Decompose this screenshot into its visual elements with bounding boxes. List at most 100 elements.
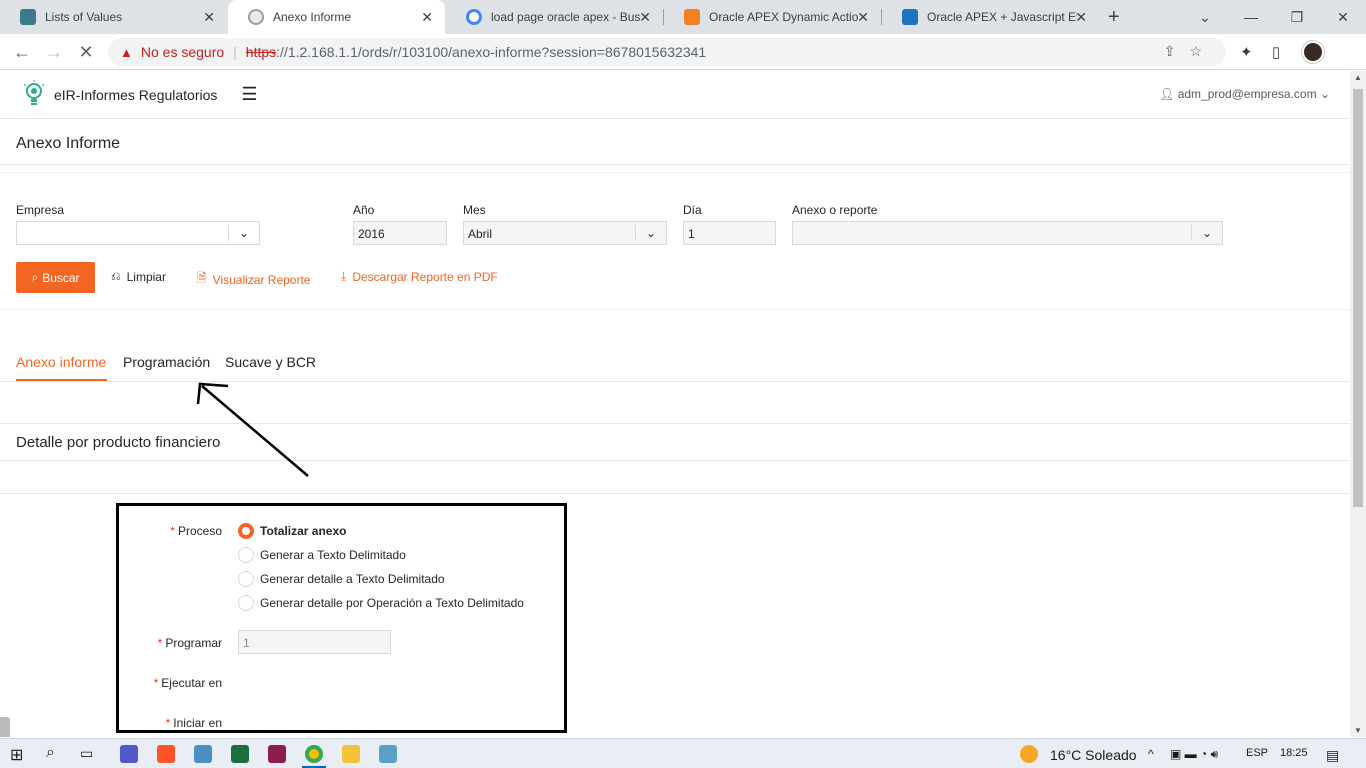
buscar-button[interactable]: ⌕ Buscar	[16, 262, 95, 293]
excel-icon[interactable]	[231, 745, 249, 763]
browser-tab-lists-of-values[interactable]: Lists of Values ✕	[0, 0, 227, 34]
browser-tab-anexo-informe[interactable]: Anexo Informe ✕	[228, 0, 445, 34]
search-icon: ⌕	[31, 270, 39, 284]
divider	[0, 493, 1350, 494]
side-handle[interactable]	[0, 717, 10, 737]
stop-loading-icon[interactable]: ✕	[72, 40, 100, 64]
browser-tab-strip: Lists of Values ✕ Anexo Informe ✕ load p…	[0, 0, 1366, 34]
close-window-icon[interactable]: ✕	[1320, 0, 1366, 34]
user-menu[interactable]: 👤︎ adm_prod@empresa.com ⌄	[1159, 87, 1330, 101]
scroll-up-icon[interactable]: ▲	[1354, 73, 1362, 82]
reset-icon: ⎌	[111, 269, 121, 283]
dia-label: Día	[683, 203, 702, 217]
chrome-icon[interactable]	[305, 745, 323, 763]
teams-icon[interactable]	[120, 745, 138, 763]
section-title: Detalle por producto financiero	[16, 434, 221, 451]
language-indicator[interactable]: ESP	[1246, 747, 1268, 759]
hamburger-menu-icon[interactable]: ☰	[241, 84, 257, 105]
divider	[0, 381, 1350, 382]
google-icon	[466, 9, 482, 25]
visualizar-reporte-button[interactable]: 🗎︎ Visualizar Reporte	[197, 269, 310, 290]
browser-tab-oracle-javascript[interactable]: Oracle APEX + Javascript Eve ✕	[882, 0, 1099, 34]
clock[interactable]: 18:25	[1280, 747, 1308, 759]
back-icon[interactable]: ←	[8, 40, 36, 64]
tab-anexo-informe[interactable]: Anexo informe	[16, 354, 106, 370]
windows-taskbar: ⊞ ⌕ ▭ 16°C Soleado ^ ▣ ▬ ◔ 🔊︎ ESP 18:25 …	[0, 738, 1366, 768]
forward-icon[interactable]: →	[40, 40, 68, 64]
page-scrollbar[interactable]: ▲ ▼	[1350, 71, 1366, 737]
chevron-down-icon: ⌄	[1316, 87, 1330, 101]
scroll-down-icon[interactable]: ▼	[1354, 726, 1362, 735]
chevron-down-icon: ⌄	[238, 226, 249, 240]
apex-blue-icon	[902, 9, 918, 25]
mes-label: Mes	[463, 203, 486, 217]
app-icon[interactable]	[268, 745, 286, 763]
new-tab-button[interactable]: +	[1108, 0, 1132, 34]
tab-sucave-bcr[interactable]: Sucave y BCR	[225, 354, 316, 370]
omnibox-divider: |	[233, 44, 237, 60]
profile-avatar[interactable]	[1302, 41, 1324, 63]
address-bar-row: ← → ✕ ▲ No es seguro | https ://1.2.168.…	[0, 34, 1366, 70]
chevron-down-icon: ⌄	[645, 226, 656, 240]
page-title: Anexo Informe	[16, 135, 121, 152]
download-icon: ⤓	[341, 269, 347, 283]
notepad-icon[interactable]	[379, 745, 397, 763]
app-header: eIR-Informes Regulatorios ☰ 👤︎ adm_prod@…	[0, 71, 1350, 119]
anexo-label: Anexo o reporte	[792, 203, 878, 217]
lightbulb-logo-icon	[23, 79, 45, 105]
divider	[228, 225, 229, 241]
divider	[0, 164, 1350, 165]
weather-sun-icon[interactable]	[1020, 745, 1038, 763]
highlight-box	[116, 503, 567, 733]
side-panel-icon[interactable]: ▯	[1272, 43, 1280, 61]
restore-icon[interactable]: ❐	[1274, 0, 1320, 34]
divider	[1191, 225, 1192, 241]
warning-icon: ▲	[120, 44, 133, 60]
file-explorer-icon[interactable]	[342, 745, 360, 763]
browser-tab-oracle-dynamic-action[interactable]: Oracle APEX Dynamic Action ✕	[664, 0, 881, 34]
stackoverflow-icon	[684, 9, 700, 25]
pdf-icon: 🗎︎	[197, 271, 207, 285]
omnibox[interactable]: ▲ No es seguro | https ://1.2.168.1.1/or…	[108, 38, 1226, 66]
divider	[0, 309, 1350, 310]
windows-start-icon[interactable]: ⊞	[10, 745, 23, 765]
task-view-icon[interactable]: ▭	[80, 745, 93, 762]
browser-tab-google-search[interactable]: load page oracle apex - Busc ✕	[446, 0, 663, 34]
dia-field[interactable]: 1	[683, 221, 776, 245]
tray-icons[interactable]: ▣ ▬ ◔ 🔊︎	[1170, 747, 1218, 762]
app-name[interactable]: eIR-Informes Regulatorios	[54, 87, 217, 103]
brave-icon[interactable]	[157, 745, 175, 763]
anexo-select[interactable]: ⌄	[792, 221, 1223, 245]
empresa-label: Empresa	[16, 203, 65, 217]
minimize-icon[interactable]: —	[1228, 0, 1274, 34]
app-icon[interactable]	[194, 745, 212, 763]
tab-search-icon[interactable]: ⌄	[1182, 0, 1228, 34]
search-icon[interactable]: ⌕	[46, 744, 55, 762]
close-tab-icon[interactable]: ✕	[639, 9, 651, 26]
descargar-reporte-button[interactable]: ⤓ Descargar Reporte en PDF	[341, 269, 498, 284]
close-tab-icon[interactable]: ✕	[421, 9, 433, 26]
user-icon: 👤︎	[1159, 87, 1178, 101]
divider	[0, 460, 1350, 461]
share-icon bookmark-star-icon[interactable]: ⇪☆	[1164, 43, 1216, 60]
notification-icon[interactable]: ▤	[1326, 747, 1339, 764]
close-tab-icon[interactable]: ✕	[857, 9, 869, 26]
anio-field[interactable]: 2016	[353, 221, 447, 245]
loading-icon	[248, 9, 264, 25]
anio-label: Año	[353, 203, 375, 217]
divider	[0, 172, 1350, 173]
limpiar-button[interactable]: ⎌ Limpiar	[111, 269, 166, 284]
close-tab-icon[interactable]: ✕	[203, 9, 215, 26]
apex-page: eIR-Informes Regulatorios ☰ 👤︎ adm_prod@…	[0, 71, 1350, 737]
divider	[0, 423, 1350, 424]
weather-text[interactable]: 16°C Soleado	[1050, 747, 1137, 763]
close-tab-icon[interactable]: ✕	[1075, 9, 1087, 26]
mes-select[interactable]: Abril ⌄	[463, 221, 667, 245]
empresa-select[interactable]: ⌄	[16, 221, 260, 245]
scrollbar-thumb[interactable]	[1353, 89, 1363, 507]
extensions-icon[interactable]: ✦	[1240, 43, 1253, 61]
divider	[635, 225, 636, 241]
chevron-up-icon[interactable]: ^	[1148, 747, 1154, 761]
tab-programacion[interactable]: Programación	[123, 354, 210, 370]
apex-icon	[20, 9, 36, 25]
